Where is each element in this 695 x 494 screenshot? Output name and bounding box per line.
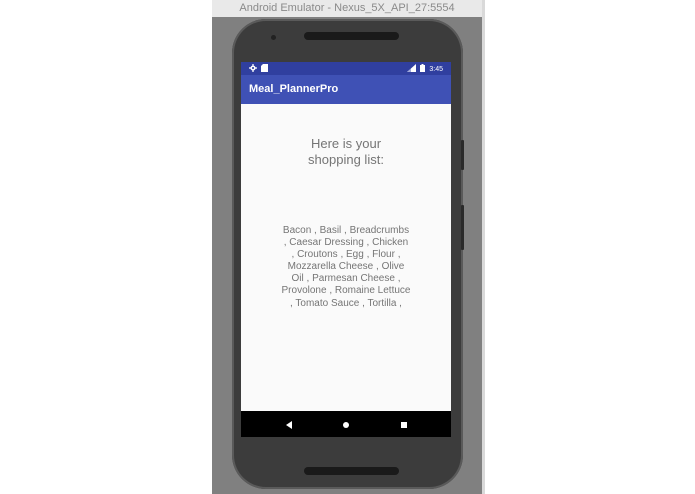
app-title: Meal_PlannerPro [249, 83, 339, 95]
window-edge [482, 0, 485, 494]
signal-icon [407, 64, 417, 74]
volume-button[interactable] [461, 140, 464, 170]
app-bar: Meal_PlannerPro [241, 75, 451, 104]
power-button[interactable] [461, 205, 464, 250]
sd-card-icon [261, 64, 268, 74]
emulator-title: Android Emulator - Nexus_5X_API_27:5554 [212, 0, 482, 17]
home-icon[interactable] [340, 418, 352, 430]
shopping-list-heading: Here is your shopping list: [308, 136, 384, 167]
top-speaker [304, 32, 399, 40]
bottom-speaker [304, 467, 399, 475]
front-camera [271, 35, 276, 40]
back-icon[interactable] [283, 418, 295, 430]
device-screen: 3:45 Meal_PlannerPro Here is your shoppi… [241, 62, 451, 437]
gear-icon [249, 64, 257, 74]
status-time: 3:45 [429, 65, 443, 73]
recents-icon[interactable] [398, 418, 410, 430]
shopping-list-items: Bacon , Basil , Breadcrumbs , Caesar Dre… [281, 225, 411, 309]
status-bar: 3:45 [241, 62, 451, 75]
navigation-bar [241, 411, 451, 437]
battery-icon [420, 64, 426, 74]
